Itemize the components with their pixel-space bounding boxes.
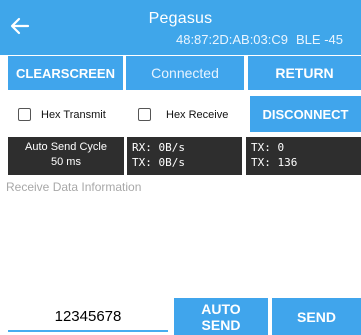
tx-count: TX: 0 [251,141,285,154]
auto-send-cycle-value: 50 ms [51,156,81,168]
mac-address: 48:87:2D:AB:03:C9 [175,32,289,47]
clear-screen-button[interactable]: CLEARSCREEN [8,56,123,90]
auto-send-cycle-panel[interactable]: Auto Send Cycle 50 ms [8,137,124,175]
send-button[interactable]: SEND [272,298,361,335]
hex-transmit-checkbox[interactable]: Hex Transmit [18,108,106,121]
count-panel: TX: 0 TX: 136 [246,137,361,175]
send-data-input[interactable]: 12345678 [8,302,168,332]
device-name-title: Pegasus [148,10,213,27]
receive-data-area[interactable]: Receive Data Information [6,180,141,194]
auto-send-button[interactable]: AUTO SEND [174,298,268,335]
connection-status-button[interactable]: Connected [126,56,244,90]
hex-transmit-label: Hex Transmit [41,108,106,121]
rx-count: TX: 136 [251,156,298,169]
tx-rate: TX: 0B/s [132,156,185,169]
ble-signal: BLE -45 [296,32,343,47]
auto-send-cycle-label: Auto Send Cycle [25,141,107,153]
hex-receive-checkbox[interactable]: Hex Receive [138,108,228,121]
rate-panel: RX: 0B/s TX: 0B/s [127,137,242,175]
return-button[interactable]: RETURN [248,56,361,90]
device-subtitle: 48:87:2D:AB:03:C9 BLE -45 [176,32,343,47]
checkbox-box[interactable] [138,108,151,121]
rx-rate: RX: 0B/s [132,141,185,154]
hex-receive-label: Hex Receive [166,108,229,121]
disconnect-button[interactable]: DISCONNECT [250,96,361,132]
checkbox-box[interactable] [18,108,31,121]
app-header: Pegasus 48:87:2D:AB:03:C9 BLE -45 [0,0,361,55]
